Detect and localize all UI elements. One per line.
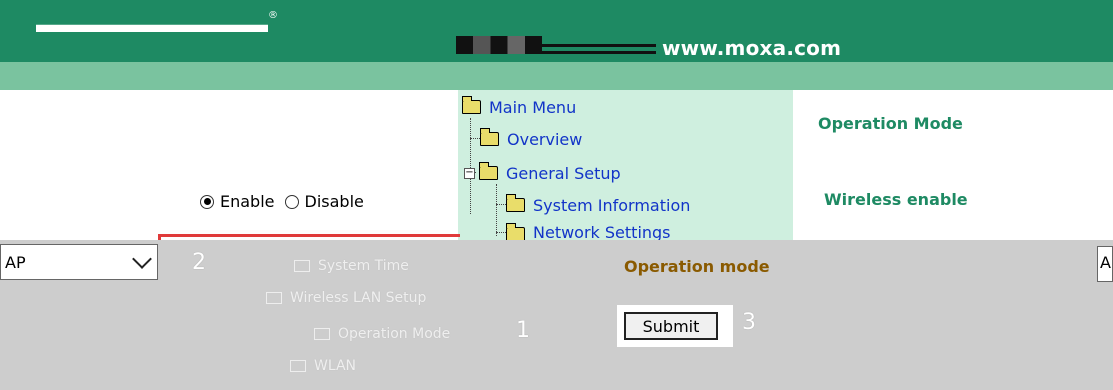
enable-radio-label[interactable]: Enable [220,192,275,211]
open-folder-icon [479,162,498,180]
ghost-item-label: WLAN [314,358,357,374]
wireless-enable-label: Wireless enable [824,190,968,209]
faded-menu-tree: System Time Wireless LAN Setup Operation… [262,240,598,390]
wireless-enable-radio-group: Enable Disable [200,192,364,211]
operation-mode-field-label: Operation mode [624,257,770,276]
folder-icon [480,128,499,146]
ghost-item-label: System Time [318,258,409,274]
ghost-item-wireless-lan-setup: Wireless LAN Setup [266,290,426,306]
chevron-down-icon [132,249,152,269]
tagline-arrow-graphic [542,44,656,54]
open-folder-icon [266,292,282,304]
menu-item-label: Overview [507,129,583,149]
tree-line [470,138,480,139]
header-subbar [0,62,1113,90]
marker-1: 1 [516,318,530,343]
tree-line [496,204,506,205]
tree-line [496,232,506,233]
menu-item-label: Network Settings [533,223,671,240]
menu-item-network-settings[interactable]: Network Settings [506,223,671,240]
folder-icon [314,328,330,340]
menu-item-label: Main Menu [489,97,577,117]
collapse-icon[interactable]: − [464,167,475,179]
folder-icon [506,223,525,240]
ghost-item-system-time: System Time [294,258,409,274]
main-menu-tree: Main Menu Overview − General Setup Syste… [458,90,793,240]
menu-item-label: System Information [533,195,691,215]
menu-item-overview[interactable]: Overview [480,128,582,150]
folder-icon [506,194,525,212]
menu-item-label: General Setup [506,163,621,183]
disable-radio-label[interactable]: Disable [305,192,364,211]
marker-2: 2 [192,250,206,275]
ghost-item-label: Operation Mode [338,326,451,342]
folder-icon [290,360,306,372]
menu-item-system-information[interactable]: System Information [506,194,690,216]
ghost-item-label: Wireless LAN Setup [290,290,427,306]
enable-radio[interactable] [200,194,214,209]
header-url[interactable]: www.moxa.com [662,36,841,60]
registered-mark: ® [268,10,278,21]
operation-mode-heading: Operation Mode [818,114,963,133]
select-value: AP [5,252,26,272]
mode-value-field[interactable]: A [1097,246,1113,282]
operation-mode-select[interactable]: AP [0,244,158,280]
open-folder-icon [462,96,481,114]
folder-icon [294,260,310,272]
disable-radio[interactable] [284,194,299,209]
menu-item-general-setup[interactable]: − General Setup [464,162,621,184]
tagline-graphic [456,36,542,54]
marker-3: 3 [742,310,756,335]
tree-line [496,184,497,236]
ghost-item-wlan: WLAN [290,358,356,374]
submit-button[interactable]: Submit [624,312,718,340]
menu-item-main-menu[interactable]: Main Menu [462,96,576,118]
ghost-item-operation-mode: Operation Mode [314,326,450,342]
